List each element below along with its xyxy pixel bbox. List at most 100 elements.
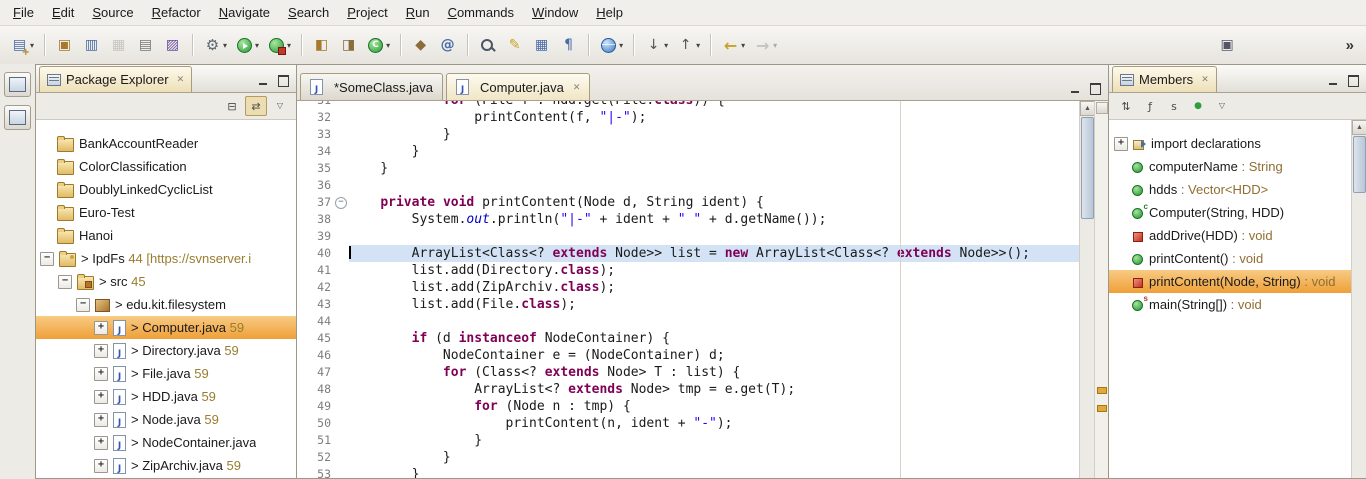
highlight-button[interactable] [502, 30, 527, 60]
tree-item[interactable]: ColorClassification [36, 155, 297, 178]
new-wizard-button[interactable]: ▾ [7, 30, 37, 60]
dropdown-arrow-icon[interactable]: ▾ [619, 41, 623, 50]
member-item[interactable]: printContent() : void [1109, 247, 1352, 270]
member-item[interactable]: printContent(Node, String) : void [1109, 270, 1352, 293]
hide-non-public-button[interactable]: ● [1187, 96, 1209, 116]
code-line[interactable]: 36 [297, 177, 1079, 194]
dropdown-arrow-icon[interactable]: ▾ [696, 41, 700, 50]
next-annotation-button[interactable]: ▾ [641, 30, 671, 60]
dropdown-arrow-icon[interactable]: ▾ [287, 41, 291, 50]
tree-expander-plus-icon[interactable]: + [94, 321, 108, 335]
tree-item[interactable]: BankAccountReader [36, 132, 297, 155]
maximize-button[interactable] [1088, 82, 1103, 95]
tree-expander-plus-icon[interactable]: + [94, 413, 108, 427]
member-item[interactable]: +import declarations [1109, 132, 1352, 155]
back-button[interactable]: ▾ [718, 30, 748, 60]
code-line[interactable]: 39 [297, 228, 1079, 245]
code-line[interactable]: 49 for (Node n : tmp) { [297, 398, 1079, 415]
minimize-button[interactable] [1325, 74, 1340, 87]
hide-static-button[interactable]: s [1163, 96, 1185, 116]
code-line[interactable]: 35 } [297, 160, 1079, 177]
link-editor-button[interactable]: ⇄ [245, 96, 267, 116]
tree-item[interactable]: −> src 45 [36, 270, 297, 293]
member-item[interactable]: computerName : String [1109, 155, 1352, 178]
dropdown-arrow-icon[interactable]: ▾ [773, 41, 777, 50]
code-line[interactable]: 31 for (File f : hdd.get(File.class)) { [297, 101, 1079, 109]
tree-item[interactable]: +> Computer.java 59 [36, 316, 297, 339]
tree-expander-plus-icon[interactable]: + [94, 367, 108, 381]
tree-expander-plus-icon[interactable]: + [94, 344, 108, 358]
view-menu-button[interactable]: ▽ [269, 96, 291, 116]
search-button[interactable] [475, 30, 500, 60]
update-button[interactable] [79, 30, 104, 60]
dropdown-arrow-icon[interactable]: ▾ [30, 41, 34, 50]
menu-run[interactable]: Run [397, 2, 439, 24]
overview-ruler[interactable] [1094, 101, 1109, 478]
menu-project[interactable]: Project [338, 2, 396, 24]
code-line[interactable]: 33 } [297, 126, 1079, 143]
tree-item[interactable]: DoublyLinkedCyclicList [36, 178, 297, 201]
dropdown-arrow-icon[interactable]: ▾ [223, 41, 227, 50]
scrollbar-up-arrow-icon[interactable] [1352, 120, 1366, 135]
menu-source[interactable]: Source [83, 2, 142, 24]
package-explorer-close-icon[interactable] [177, 74, 185, 85]
member-item[interactable]: cComputer(String, HDD) [1109, 201, 1352, 224]
tree-item[interactable]: +> Node.java 59 [36, 408, 297, 431]
code-line[interactable]: 50 printContent(n, ident + "-"); [297, 415, 1079, 432]
code-line[interactable]: 51 } [297, 432, 1079, 449]
minimize-button[interactable] [255, 74, 270, 87]
tree-item[interactable]: −> edu.kit.filesystem [36, 293, 297, 316]
member-item[interactable]: hdds : Vector<HDD> [1109, 178, 1352, 201]
editor-tab[interactable]: Computer.java [446, 73, 590, 100]
build-button[interactable] [160, 30, 185, 60]
scrollbar-thumb[interactable] [1353, 136, 1366, 193]
tree-item[interactable]: −> IpdFs 44 [https://svnserver.i [36, 247, 297, 270]
tree-item[interactable]: +> ZipArchiv.java 59 [36, 454, 297, 477]
editor-scrollbar[interactable] [1079, 101, 1095, 478]
maximize-button[interactable] [276, 74, 291, 87]
tree-item[interactable]: Euro-Test [36, 201, 297, 224]
code-line[interactable]: 53 } [297, 466, 1079, 478]
menu-window[interactable]: Window [523, 2, 587, 24]
editor-body[interactable]: 31 for (File f : hdd.get(File.class)) { 3… [297, 101, 1109, 478]
web-browser-button[interactable]: ▾ [596, 30, 626, 60]
code-line[interactable]: 41 list.add(Directory.class); [297, 262, 1079, 279]
code-line[interactable]: 52 } [297, 449, 1079, 466]
member-expander-plus-icon[interactable]: + [1114, 137, 1128, 151]
collapse-all-button[interactable]: ⊟ [221, 96, 243, 116]
menu-navigate[interactable]: Navigate [210, 2, 279, 24]
code-line[interactable]: 43 list.add(File.class); [297, 296, 1079, 313]
new-jar-button[interactable] [408, 30, 433, 60]
fast-view-button-1[interactable] [4, 72, 31, 97]
code-line[interactable]: 46 NodeContainer e = (NodeContainer) d; [297, 347, 1079, 364]
tree-expander-minus-icon[interactable]: − [76, 298, 90, 312]
commit-button[interactable] [52, 30, 77, 60]
code-line[interactable]: 34 } [297, 143, 1079, 160]
menu-refactor[interactable]: Refactor [143, 2, 210, 24]
new-java-project-button[interactable] [309, 30, 334, 60]
code-line[interactable]: 45 if (d instanceof NodeContainer) { [297, 330, 1079, 347]
show-whitespace-button[interactable] [556, 30, 581, 60]
tree-item[interactable]: +> Directory.java 59 [36, 339, 297, 362]
tree-item[interactable]: Hanoi [36, 224, 297, 247]
sort-button[interactable]: ⇅ [1115, 96, 1137, 116]
member-item[interactable]: addDrive(HDD) : void [1109, 224, 1352, 247]
fast-view-button-2[interactable] [4, 105, 31, 130]
tab-close-icon[interactable] [573, 82, 581, 93]
member-item[interactable]: smain(String[]) : void [1109, 293, 1352, 316]
scrollbar-thumb[interactable] [1081, 117, 1094, 219]
perspective-button[interactable] [1215, 30, 1240, 60]
members-tab[interactable]: Members [1112, 66, 1217, 92]
menu-commands[interactable]: Commands [439, 2, 523, 24]
dropdown-arrow-icon[interactable]: ▾ [664, 41, 668, 50]
code-line[interactable]: 40 ArrayList<Class<? extends Node>> list… [297, 245, 1079, 262]
dropdown-arrow-icon[interactable]: ▾ [741, 41, 745, 50]
debug-button[interactable]: ▾ [200, 30, 230, 60]
menu-file[interactable]: File [4, 2, 43, 24]
fold-collapse-icon[interactable]: − [335, 197, 347, 209]
code-line[interactable]: 48 ArrayList<? extends Node> tmp = e.get… [297, 381, 1079, 398]
tree-item[interactable]: +> HDD.java 59 [36, 385, 297, 408]
menu-help[interactable]: Help [587, 2, 632, 24]
tree-expander-plus-icon[interactable]: + [94, 436, 108, 450]
new-class-button[interactable]: ▾ [363, 30, 393, 60]
